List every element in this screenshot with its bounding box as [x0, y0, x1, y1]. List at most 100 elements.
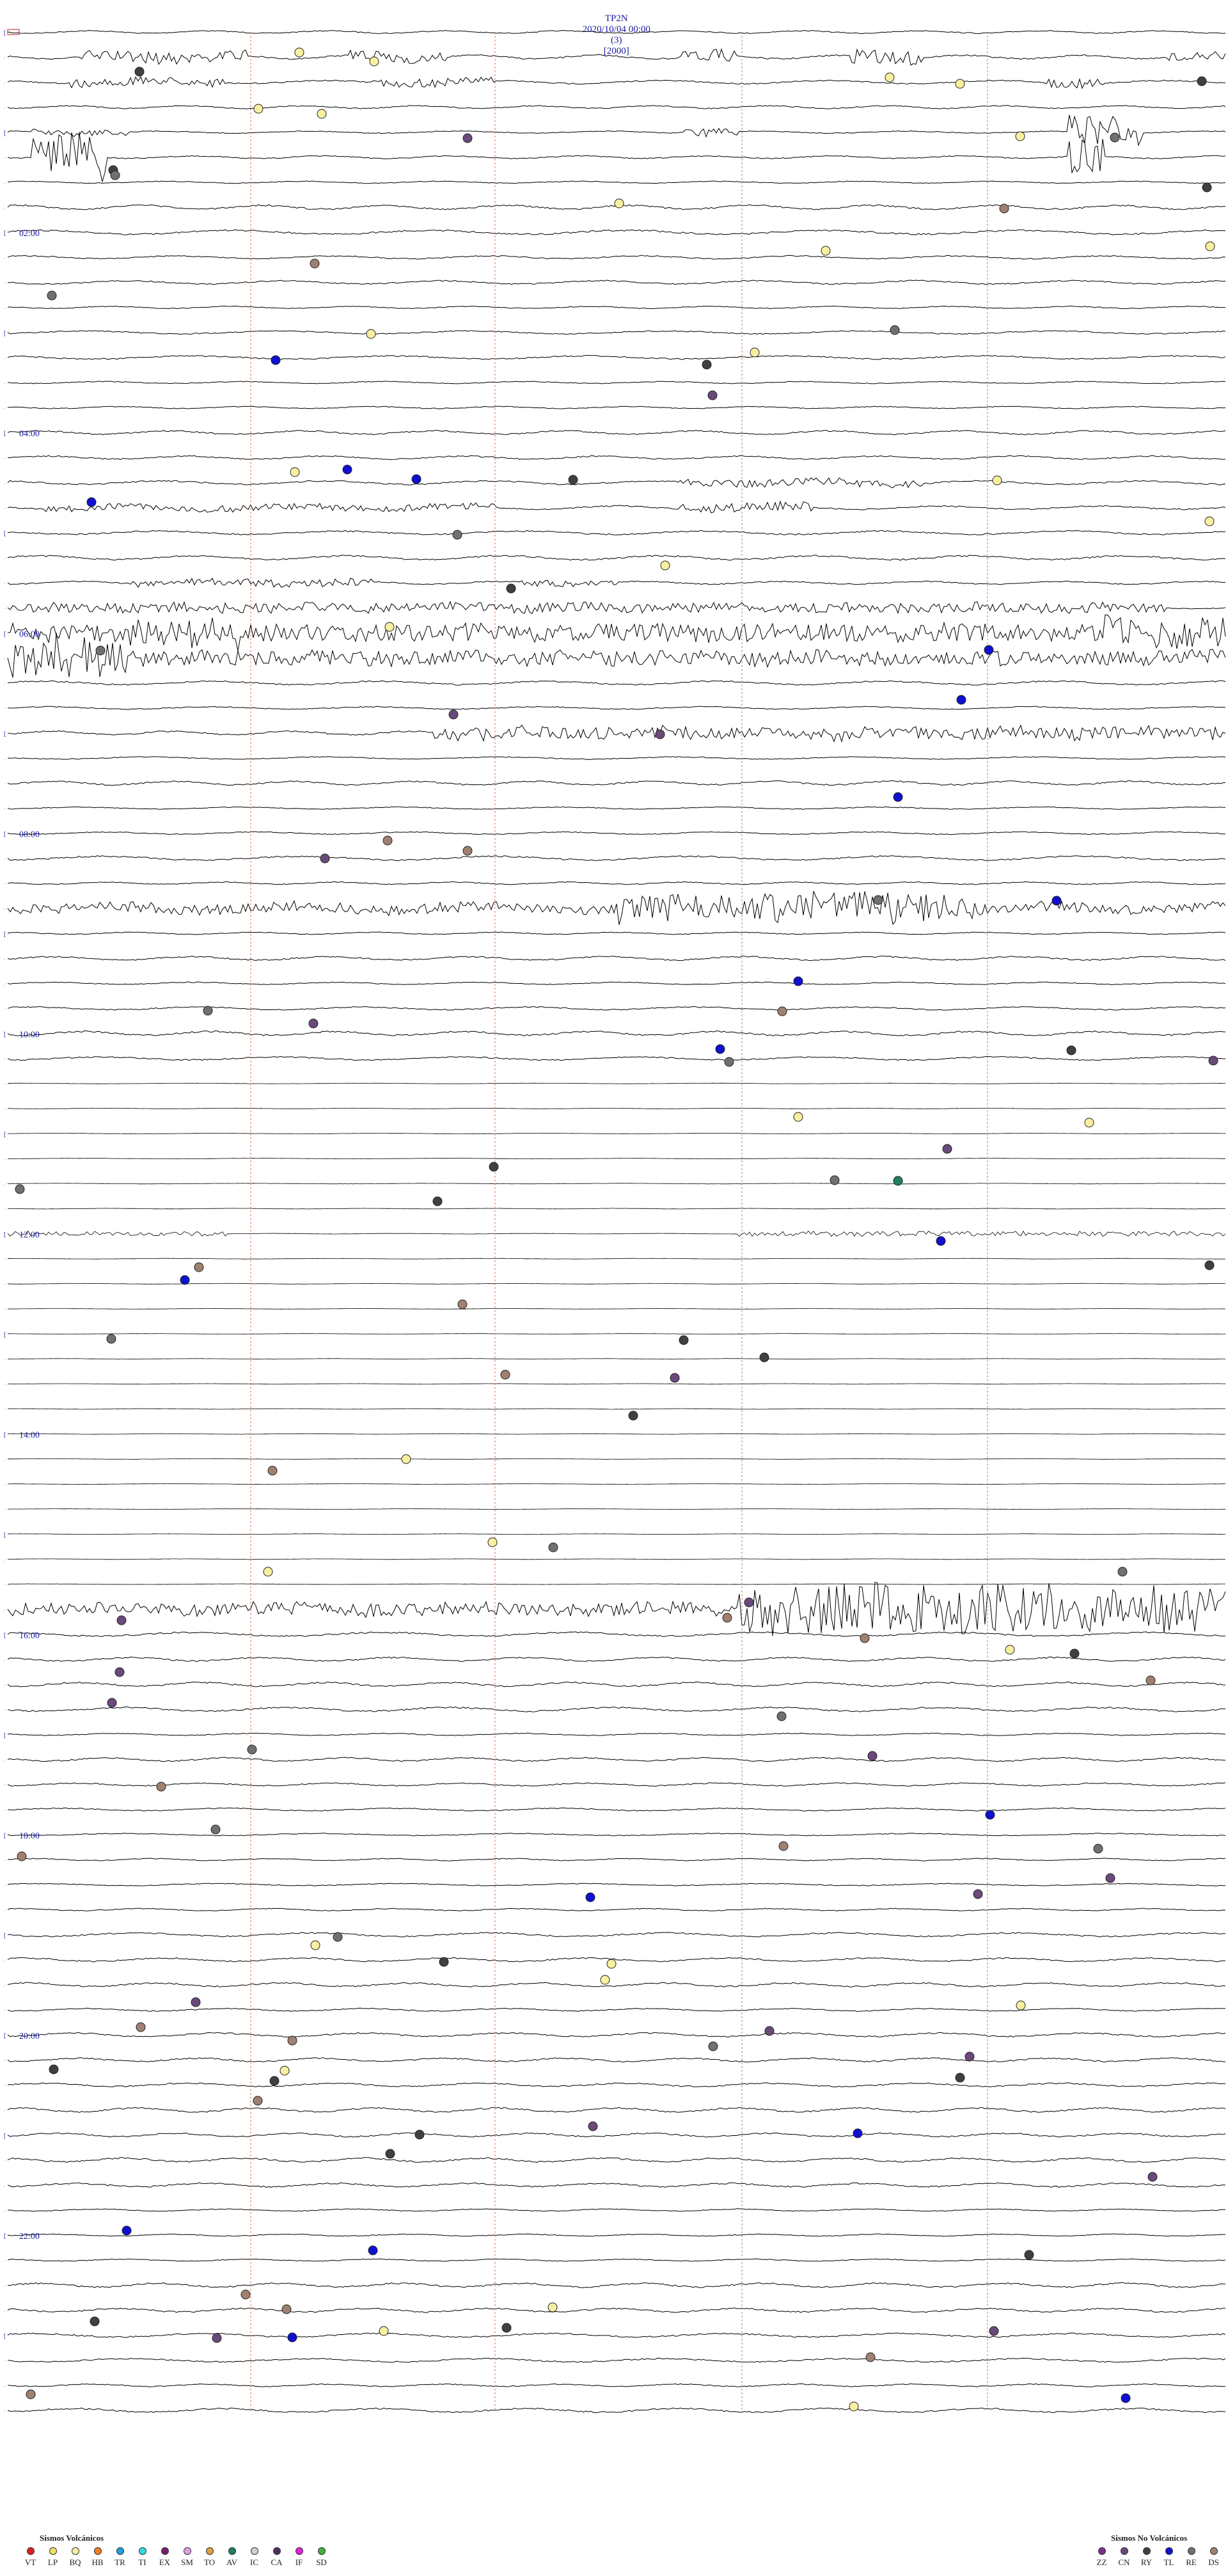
event-dot — [893, 792, 903, 802]
trace-line — [7, 1183, 1226, 1185]
event-dot — [203, 1006, 213, 1016]
trace-line — [7, 1732, 1226, 1736]
trace-line — [7, 1932, 1226, 1938]
event-dot — [462, 846, 473, 856]
trace-line — [7, 406, 1226, 409]
legend-volcanic-item-hb: HB — [86, 2547, 109, 2568]
row-marker: · — [4, 2107, 6, 2114]
seismic-traces: [· · · [· · · [· · · [· · · [· · · [· · · [· · · [· · · [· · · [· · ·… — [4, 29, 1226, 2414]
legend-volcanic-code: TO — [203, 2557, 216, 2567]
row-marker: · — [4, 1556, 6, 1563]
row-marker: · — [4, 455, 6, 461]
event-dot — [500, 1370, 510, 1380]
trace-line — [7, 1283, 1226, 1284]
event-dot — [253, 104, 264, 114]
trace-line — [7, 706, 1226, 710]
legend-volcanic-dot-icon — [272, 2547, 281, 2555]
trace-line — [7, 1656, 1226, 1663]
row-marker: · — [4, 1356, 6, 1363]
legend-nonvolcanic-code: TL — [1163, 2557, 1174, 2567]
trace-line — [7, 500, 1226, 514]
trace-line — [7, 1581, 1226, 1636]
row-marker: · — [4, 580, 6, 587]
row-marker: · — [4, 706, 6, 712]
trace-line — [7, 2307, 1225, 2313]
event-dot — [606, 1959, 617, 1969]
trace-line — [7, 724, 1226, 743]
trace-line — [7, 1483, 1226, 1485]
row-marker: [ — [4, 430, 6, 436]
row-marker: · — [4, 755, 6, 762]
event-dot — [708, 2041, 718, 2051]
event-dot — [107, 1698, 117, 1708]
trace-line — [7, 1030, 1226, 1036]
event-dot — [253, 2096, 263, 2106]
event-dot — [1145, 1675, 1156, 1686]
legend-nonvolcanic-dot-icon — [1120, 2547, 1128, 2555]
event-dot — [452, 530, 462, 540]
legend-volcanic-item-bq: BQ — [64, 2547, 86, 2568]
row-marker: · — [4, 1807, 6, 1813]
trace-line — [7, 354, 1226, 360]
event-dot — [439, 1957, 449, 1967]
trace-line — [7, 1807, 1226, 1812]
trace-line — [7, 1957, 1226, 1963]
legend-volcanic-item-if: IF — [288, 2547, 310, 2568]
row-marker: [ — [4, 130, 6, 136]
event-dot — [281, 2304, 292, 2314]
event-dot — [411, 474, 421, 484]
event-dot — [936, 1236, 946, 1246]
trace-line — [7, 1833, 1226, 1837]
event-dot — [893, 1176, 903, 1186]
legend-volcanic-code: IF — [295, 2557, 303, 2567]
event-dot — [853, 2128, 863, 2138]
hour-label: 16:00 — [19, 1631, 40, 1641]
trace-line — [7, 2182, 1226, 2188]
trace-line — [8, 1208, 1225, 1210]
event-dot — [865, 2352, 876, 2362]
event-dot — [379, 2326, 389, 2336]
event-dot — [320, 853, 330, 864]
hour-label: 04:00 — [19, 429, 40, 439]
trace-line — [7, 2383, 1226, 2387]
event-dot — [1105, 1873, 1115, 1883]
hour-label: 10:00 — [19, 1031, 40, 1040]
event-dot — [114, 1667, 125, 1677]
event-dot — [15, 1184, 25, 1194]
event-dot — [628, 1410, 638, 1421]
event-dot — [1005, 1645, 1015, 1655]
event-dot — [1121, 2393, 1131, 2403]
row-marker: [ — [4, 1531, 6, 1538]
event-dot — [1066, 1045, 1076, 1055]
trace-line — [7, 2106, 1226, 2113]
event-dot — [1051, 896, 1062, 906]
legend-nonvolcanic-item-tl: TL — [1158, 2547, 1180, 2568]
trace-line — [7, 831, 1226, 835]
event-dot — [506, 583, 516, 594]
row-marker: [ — [4, 1331, 6, 1338]
event-dot — [885, 72, 895, 83]
event-dot — [1084, 1118, 1094, 1128]
row-marker: · — [4, 205, 6, 211]
legend-volcanic-item-vt: VT — [19, 2547, 42, 2568]
row-marker: · — [4, 280, 6, 286]
legend-nonvolcanic-code: CN — [1118, 2557, 1130, 2567]
trace-line — [7, 1883, 1225, 1886]
event-dot — [750, 347, 760, 358]
event-dot — [271, 355, 281, 365]
trace-line — [7, 780, 1226, 786]
legend-volcanic-item-to: TO — [198, 2547, 221, 2568]
trace-line — [7, 305, 1225, 310]
trace-line — [7, 578, 1226, 588]
row-marker: · — [4, 1407, 6, 1413]
event-dot — [1015, 131, 1025, 141]
trace-line — [7, 855, 1226, 862]
event-dot — [414, 2130, 425, 2140]
legend-volcanic-code: EX — [159, 2557, 171, 2567]
row-marker: [ — [4, 1732, 6, 1738]
trace-line — [7, 1055, 1226, 1061]
trace-line — [7, 2007, 1225, 2012]
legend-nonvolcanic-item-cn: CN — [1113, 2547, 1135, 2568]
event-dot — [568, 475, 578, 485]
event-dot — [269, 2076, 279, 2086]
